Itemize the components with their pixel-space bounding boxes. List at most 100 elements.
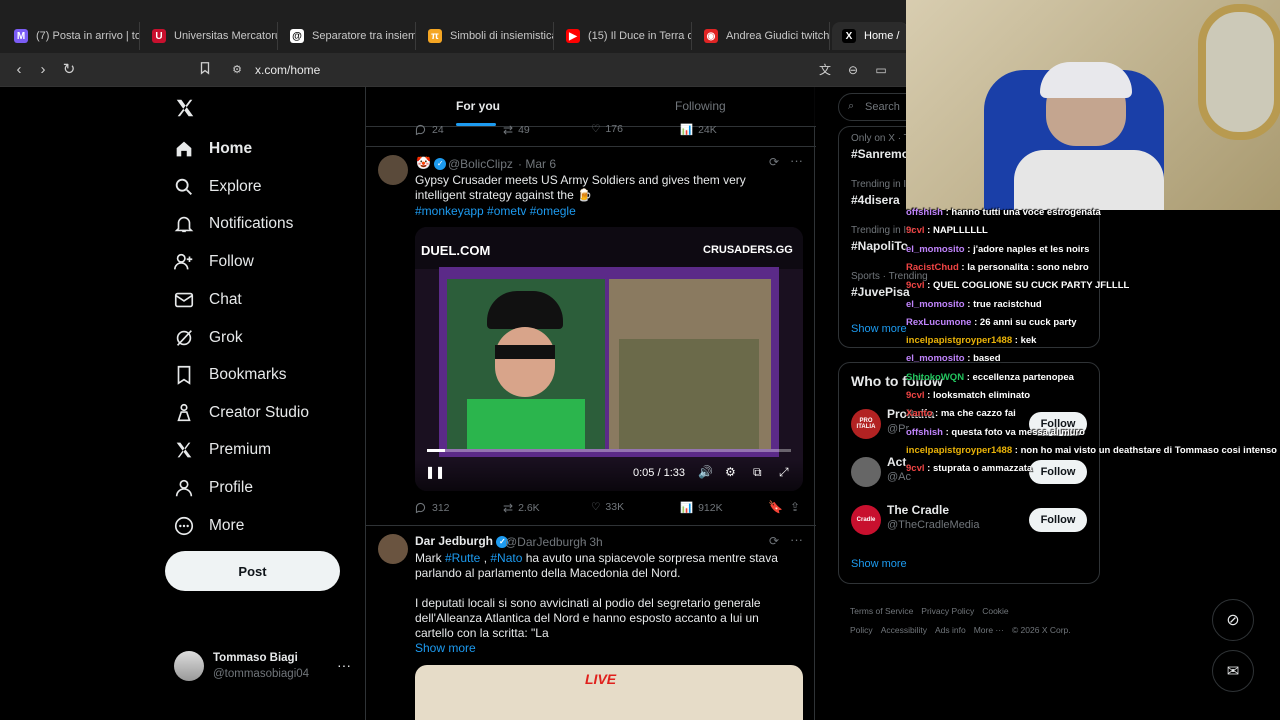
footer-link[interactable]: More ··· (974, 625, 1004, 635)
show-more-trends[interactable]: Show more (851, 323, 907, 335)
chat-username[interactable]: 9cvl (906, 280, 925, 291)
tab-following[interactable]: Following (675, 99, 726, 113)
chat-username[interactable]: Xanto (906, 408, 932, 419)
more-icon[interactable]: ··· (790, 153, 803, 168)
messages-float-button[interactable]: ✉ (1212, 650, 1254, 692)
chat-username[interactable]: offshish (906, 427, 943, 438)
tweet-media[interactable]: LIVE (415, 665, 803, 720)
reload-icon[interactable]: ↻ (60, 61, 78, 79)
browser-tab[interactable]: U Universitas Mercatoru (142, 22, 278, 50)
views-count[interactable]: 📊 912K (680, 501, 723, 515)
account-menu-icon[interactable]: ··· (337, 657, 351, 673)
cast-icon[interactable]: ▭ (872, 61, 890, 79)
browser-tab[interactable]: X Home / (832, 22, 908, 50)
nav-item-premium[interactable]: Premium (173, 435, 271, 465)
show-more-link[interactable]: Show more (415, 641, 476, 656)
nav-item-bookmarks[interactable]: Bookmarks (173, 360, 287, 390)
nav-item-profile[interactable]: Profile (173, 473, 253, 503)
trend-name[interactable]: #4disera (851, 193, 900, 207)
tweet-time[interactable]: · Mar 6 (518, 157, 556, 171)
chat-username[interactable]: 9cvl (906, 390, 925, 401)
chat-username[interactable]: RacistChud (906, 262, 959, 273)
nav-item-follow[interactable]: Follow (173, 247, 254, 277)
browser-tab[interactable]: ◉ Andrea Giudici twitch (694, 22, 830, 50)
browser-tab[interactable]: M (7) Posta in arrivo | to (4, 22, 140, 50)
chat-username[interactable]: el_momosito (906, 244, 965, 255)
reply-button[interactable]: 312 (414, 501, 450, 514)
grok-icon[interactable]: ⟳ (769, 534, 779, 548)
follow-button[interactable]: Follow (1029, 460, 1087, 484)
chat-username[interactable]: incelpapistgroyper1488 (906, 445, 1012, 456)
repost-button[interactable]: ⇄ 49 (503, 123, 530, 137)
like-button[interactable]: ♡ 176 (591, 123, 623, 135)
footer-link[interactable]: Privacy Policy (921, 606, 974, 616)
site-info-icon[interactable]: ⚙ (228, 61, 246, 79)
footer-link[interactable]: Terms of Service (850, 606, 913, 616)
address-bar[interactable]: x.com/home (255, 63, 320, 77)
footer-link[interactable]: Accessibility (881, 625, 927, 635)
zoom-icon[interactable]: ⊖ (844, 61, 862, 79)
settings-icon[interactable]: ⚙ (725, 465, 736, 479)
chat-username[interactable]: ShitokoWQN (906, 372, 964, 383)
avatar[interactable] (174, 651, 204, 681)
reply-button[interactable]: 24 (414, 123, 444, 136)
like-button[interactable]: ♡ 33K (591, 501, 624, 513)
share-icon[interactable]: ⇪ (790, 500, 800, 514)
repost-button[interactable]: ⇄ 2.6K (503, 501, 540, 515)
fullscreen-icon[interactable]: ⤢ (779, 465, 789, 480)
tweet-author-name[interactable]: Dar Jedburgh ✓ (415, 534, 509, 548)
tab-for-you[interactable]: For you (456, 99, 500, 113)
tweet-time[interactable]: · 3h (582, 535, 603, 549)
nav-item-explore[interactable]: Explore (173, 172, 262, 202)
more-icon[interactable]: ··· (790, 532, 803, 547)
chat-username[interactable]: offshish (906, 207, 943, 218)
grok-icon[interactable]: ⟳ (769, 155, 779, 169)
suggestion-name[interactable]: Act (887, 455, 906, 469)
pause-icon[interactable]: ❚❚ (425, 465, 445, 479)
show-more-suggestions[interactable]: Show more (851, 558, 907, 570)
x-logo-icon[interactable] (174, 97, 196, 124)
avatar[interactable]: Cradle (851, 505, 881, 535)
tweet-hashtags[interactable]: #monkeyapp #ometv #omegle (415, 204, 576, 219)
tweet-avatar[interactable] (378, 155, 408, 185)
browser-tab[interactable]: ▶ (15) Il Duce in Terra d (556, 22, 692, 50)
webcam-overlay (906, 0, 1280, 210)
volume-icon[interactable]: 🔊 (698, 465, 713, 479)
video-progress-track[interactable] (427, 449, 791, 452)
follow-button[interactable]: Follow (1029, 508, 1087, 532)
tweet-handle[interactable]: @DarJedburgh (505, 535, 587, 549)
nav-item-chat[interactable]: Chat (173, 285, 242, 315)
avatar[interactable] (851, 457, 881, 487)
browser-tab[interactable]: @ Separatore tra insiemi (280, 22, 416, 50)
footer-link[interactable]: © 2026 X Corp. (1012, 625, 1071, 635)
chat-username[interactable]: incelpapistgroyper1488 (906, 335, 1012, 346)
bookmark-icon[interactable]: 🔖 (768, 500, 783, 514)
nav-item-creator-studio[interactable]: Creator Studio (173, 398, 309, 428)
nav-item-notifications[interactable]: Notifications (173, 209, 293, 239)
nav-item-home[interactable]: Home (173, 134, 252, 164)
suggestion-name[interactable]: The Cradle (887, 503, 949, 517)
bookmark-star-icon[interactable] (196, 61, 214, 79)
chat-username[interactable]: RexLucumone (906, 317, 971, 328)
chat-username[interactable]: el_momosito (906, 353, 965, 364)
footer-link[interactable]: Ads info (935, 625, 966, 635)
pip-icon[interactable]: ⧉ (753, 465, 762, 480)
trend-name[interactable]: #JuvePisa (851, 285, 910, 299)
chat-username[interactable]: 9cvl (906, 463, 925, 474)
nav-item-more[interactable]: More (173, 511, 244, 541)
forward-icon[interactable]: › (34, 61, 52, 79)
back-icon[interactable]: ‹ (10, 61, 28, 79)
grok-float-button[interactable]: ⊘ (1212, 599, 1254, 641)
chat-username[interactable]: 9cvl (906, 225, 925, 236)
tweet-handle[interactable]: @BolicClipz (448, 157, 513, 171)
nav-item-grok[interactable]: Grok (173, 323, 243, 353)
trend-name[interactable]: #Sanremo (851, 147, 909, 161)
trend-name[interactable]: #NapoliTo (851, 239, 908, 253)
avatar[interactable]: PRO ITALIA (851, 409, 881, 439)
video-player[interactable]: DUEL.COM CRUSADERS.GG ❚❚ 0:05 / 1:33 🔊 ⚙… (415, 227, 803, 491)
browser-tab[interactable]: π Simboli di insiemistica (418, 22, 554, 50)
chat-username[interactable]: el_momosito (906, 299, 965, 310)
post-button[interactable]: Post (165, 551, 340, 591)
tweet-avatar[interactable] (378, 534, 408, 564)
translate-icon[interactable]: 文 (816, 61, 834, 79)
